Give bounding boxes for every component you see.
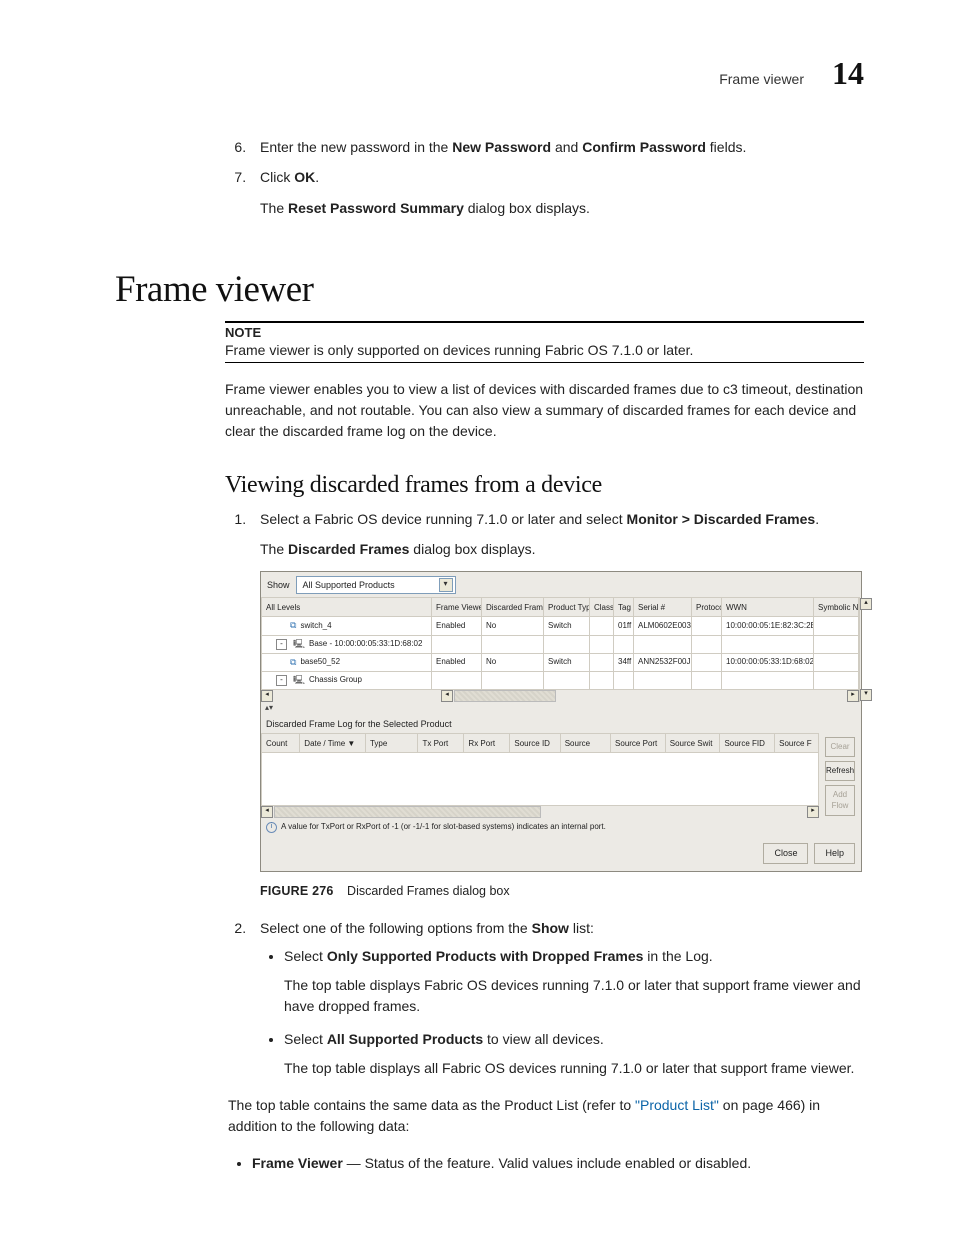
note-label: NOTE xyxy=(225,325,864,340)
tree-toggle-icon[interactable]: - xyxy=(276,639,287,650)
bullet-option-1: Select Only Supported Products with Drop… xyxy=(284,946,864,1017)
note-body: Frame viewer is only supported on device… xyxy=(225,342,864,358)
close-button[interactable]: Close xyxy=(763,843,808,864)
step-2: Select one of the following options from… xyxy=(250,918,864,1174)
tree-node-label: base50_52 xyxy=(300,656,340,668)
bullet-option-2: Select All Supported Products to view al… xyxy=(284,1029,864,1079)
tree-node-label: Base - 10:00:00:05:33:1D:68:02 xyxy=(309,638,422,650)
chevron-down-icon: ▾ xyxy=(439,578,453,592)
chassis-group-icon: 🖳 xyxy=(293,638,305,651)
figure-caption: FIGURE 276 Discarded Frames dialog box xyxy=(260,882,864,900)
show-label: Show xyxy=(267,579,290,592)
h-scrollbar[interactable]: ◂ ◂ ▸ xyxy=(261,690,859,702)
tail-bullet: Frame Viewer — Status of the feature. Va… xyxy=(252,1153,864,1174)
scroll-right-icon[interactable]: ▸ xyxy=(807,806,819,818)
intro-paragraph: Frame viewer enables you to view a list … xyxy=(225,379,864,442)
note-block: NOTE Frame viewer is only supported on d… xyxy=(225,321,864,363)
table-row[interactable]: -🖳 Chassis Group xyxy=(262,671,859,689)
tree-node-label: switch_4 xyxy=(300,620,331,632)
info-icon: i xyxy=(266,822,277,833)
v-scrollbar[interactable]: ▴ ▾ xyxy=(859,597,872,701)
product-list-link[interactable]: "Product List" xyxy=(635,1097,719,1113)
scroll-left-icon[interactable]: ◂ xyxy=(261,806,273,818)
switch-icon: ⧉ xyxy=(290,656,296,669)
refresh-button[interactable]: Refresh xyxy=(825,761,855,781)
sort-indicator-icon: ▴▾ xyxy=(261,702,861,716)
products-table[interactable]: All Levels Frame Viewer Discarded Frames… xyxy=(261,597,859,689)
show-select-value: All Supported Products xyxy=(303,579,395,592)
tree-toggle-icon[interactable]: - xyxy=(276,675,287,686)
running-title: Frame viewer xyxy=(719,71,804,87)
help-button[interactable]: Help xyxy=(814,843,855,864)
add-flow-button[interactable]: Add Flow xyxy=(825,785,855,816)
scroll-left-icon[interactable]: ◂ xyxy=(441,690,453,702)
switch-icon: ⧉ xyxy=(290,619,296,632)
prelude-steps: Enter the new password in the New Passwo… xyxy=(115,137,864,218)
tail-paragraph: The top table contains the same data as … xyxy=(228,1095,864,1137)
clear-button[interactable]: Clear xyxy=(825,737,855,757)
scroll-left-icon[interactable]: ◂ xyxy=(261,690,273,702)
section-title: Frame viewer xyxy=(115,268,864,311)
show-select[interactable]: All Supported Products ▾ xyxy=(296,576,456,594)
chassis-group-icon: 🖳 xyxy=(293,674,305,687)
table-row[interactable]: ⧉base50_52EnabledNoSwitch34ffANN2532F00J… xyxy=(262,653,859,671)
running-header: Frame viewer 14 xyxy=(115,55,864,92)
chapter-number: 14 xyxy=(832,55,864,92)
log-table[interactable]: Count Date / Time ▼ Type Tx Port Rx Port… xyxy=(261,733,819,806)
procedure-steps: Select a Fabric OS device running 7.1.0 … xyxy=(115,509,864,1174)
products-header-row: All Levels Frame Viewer Discarded Frames… xyxy=(262,598,859,617)
step-1: Select a Fabric OS device running 7.1.0 … xyxy=(250,509,864,900)
scroll-down-icon[interactable]: ▾ xyxy=(860,689,872,701)
log-header-row: Count Date / Time ▼ Type Tx Port Rx Port… xyxy=(262,734,819,753)
log-empty-row xyxy=(262,753,819,806)
table-row[interactable]: -🖳 Base - 10:00:00:05:33:1D:68:02 xyxy=(262,635,859,653)
h-scrollbar[interactable]: ◂ ▸ xyxy=(261,806,819,818)
table-row[interactable]: ⧉switch_4EnabledNoSwitch01ffALM0602E0031… xyxy=(262,617,859,635)
log-section-label: Discarded Frame Log for the Selected Pro… xyxy=(261,715,861,733)
log-footnote: i A value for TxPort or RxPort of -1 (or… xyxy=(261,818,819,837)
scroll-up-icon[interactable]: ▴ xyxy=(860,598,872,610)
subsection-title: Viewing discarded frames from a device xyxy=(225,472,864,499)
discarded-frames-dialog: Show All Supported Products ▾ xyxy=(260,571,862,871)
tree-node-label: Chassis Group xyxy=(309,674,362,686)
step-6: Enter the new password in the New Passwo… xyxy=(250,137,864,157)
step-7: Click OK. The Reset Password Summary dia… xyxy=(250,167,864,218)
scroll-right-icon[interactable]: ▸ xyxy=(847,690,859,702)
